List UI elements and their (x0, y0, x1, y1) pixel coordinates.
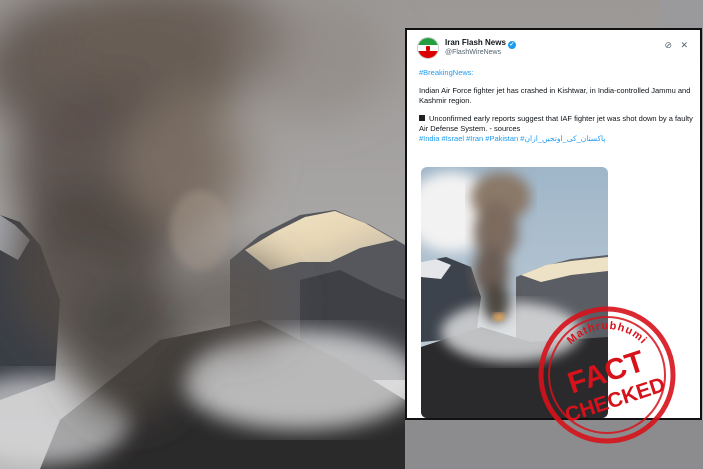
bullet-icon (419, 115, 425, 121)
tweet-body: #BreakingNews: Indian Air Force fighter … (419, 68, 695, 144)
flag-icon[interactable] (417, 37, 439, 59)
author-handle[interactable]: @FlashWireNews (445, 49, 501, 56)
tweet-text-1: Indian Air Force fighter jet has crashed… (419, 86, 691, 105)
hashtag-link[interactable]: #BreakingNews: (419, 68, 474, 77)
author-name[interactable]: Iran Flash News (445, 38, 506, 47)
author-name-row[interactable]: Iran Flash News ✓ (445, 38, 516, 49)
fact-checked-stamp: Mathrubhumi FACT CHECKED (536, 304, 678, 446)
verified-icon: ✓ (507, 41, 516, 49)
close-icon[interactable]: ✕ (680, 40, 688, 50)
grok-icon[interactable]: ⊘ (664, 40, 672, 50)
tweet-text-2: Unconfirmed early reports suggest that I… (419, 114, 693, 133)
hashtag-list[interactable]: #India #Israel #Iran #Pakistan #پاکستان_… (419, 134, 695, 144)
tweet-header: Iran Flash News ✓ @FlashWireNews ⊘ ✕ (417, 36, 692, 64)
